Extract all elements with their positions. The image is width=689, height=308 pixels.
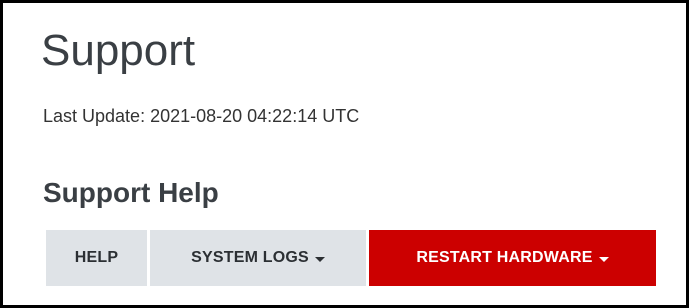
support-panel: Support Last Update: 2021-08-20 04:22:14… <box>0 0 689 308</box>
restart-hardware-dropdown-button[interactable]: RESTART HARDWARE <box>369 230 656 286</box>
section-title: Support Help <box>43 177 219 208</box>
system-logs-dropdown-button[interactable]: SYSTEM LOGS <box>150 230 366 286</box>
support-toolbar: HELP SYSTEM LOGS RESTART HARDWARE <box>46 230 656 286</box>
last-update-text: Last Update: 2021-08-20 04:22:14 UTC <box>43 106 360 126</box>
restart-hardware-label: RESTART HARDWARE <box>416 249 593 266</box>
help-button-label: HELP <box>74 249 119 266</box>
chevron-down-icon <box>314 256 325 262</box>
system-logs-label: SYSTEM LOGS <box>191 249 309 266</box>
help-button[interactable]: HELP <box>46 230 147 286</box>
chevron-down-icon <box>598 256 609 262</box>
page-title: Support <box>41 26 196 75</box>
